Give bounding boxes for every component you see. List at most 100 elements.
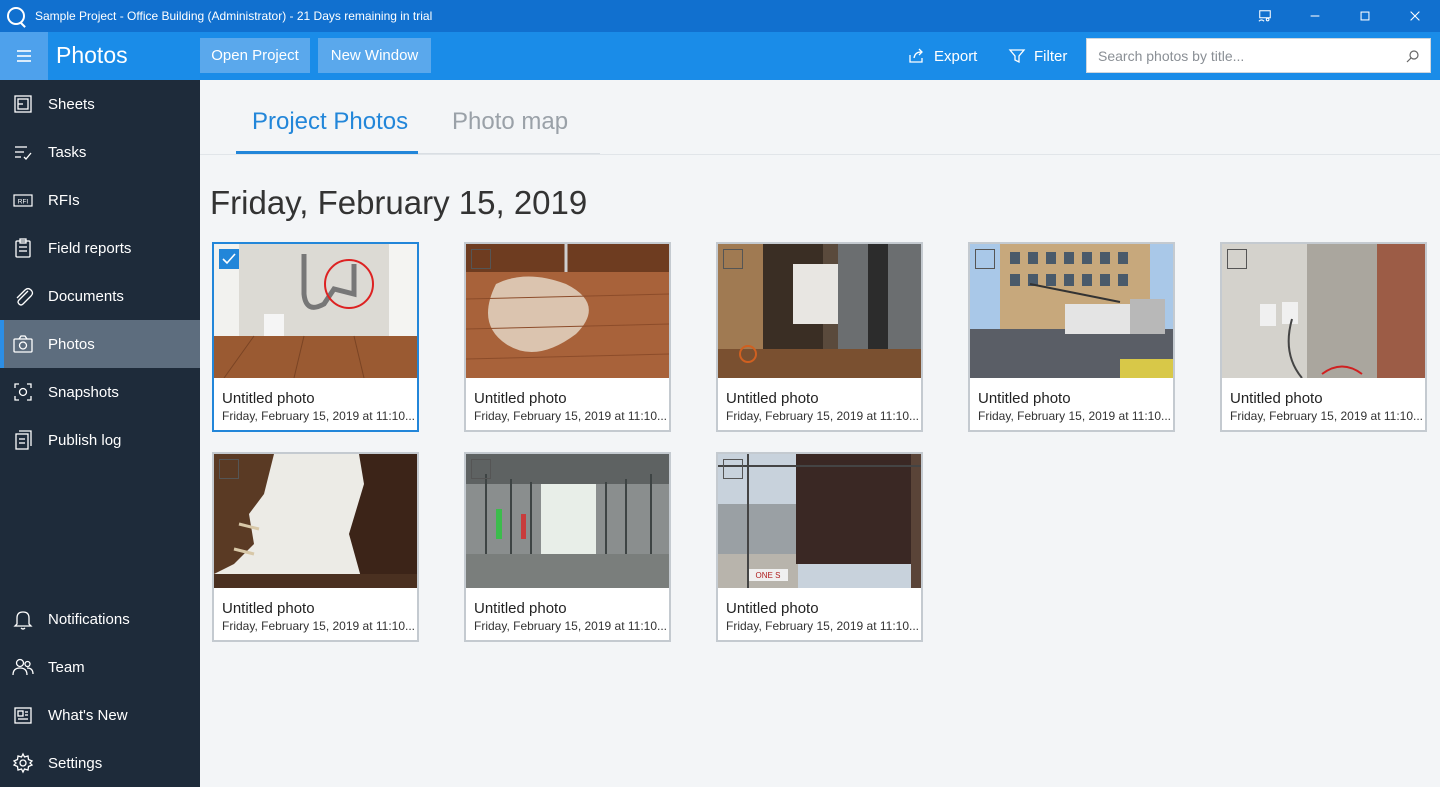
select-checkbox[interactable] [219, 249, 239, 269]
svg-text:ONE S: ONE S [756, 571, 781, 580]
camera-icon [12, 333, 34, 355]
toolbar: Photos Open Project New Window Export Fi… [0, 32, 1440, 80]
photo-card[interactable]: Untitled photo Friday, February 15, 2019… [716, 242, 923, 432]
clipboard-icon [12, 237, 34, 259]
select-checkbox[interactable] [219, 459, 239, 479]
photo-date: Friday, February 15, 2019 at 11:10... [726, 619, 919, 633]
export-button[interactable]: Export [908, 44, 977, 68]
sidebar-item-label: Documents [48, 287, 124, 305]
select-checkbox[interactable] [975, 249, 995, 269]
sidebar-item-label: Notifications [48, 610, 130, 628]
photo-card[interactable]: Untitled photo Friday, February 15, 2019… [968, 242, 1175, 432]
photo-thumbnail[interactable] [970, 244, 1173, 378]
search-icon[interactable] [1406, 49, 1420, 63]
photo-title: Untitled photo [726, 390, 819, 407]
photo-title: Untitled photo [978, 390, 1071, 407]
main-content: Project Photos Photo map Friday, Februar… [200, 80, 1440, 787]
photo-title: Untitled photo [222, 600, 315, 617]
photo-date: Friday, February 15, 2019 at 11:10... [726, 409, 919, 423]
photo-card[interactable]: Untitled photo Friday, February 15, 2019… [212, 452, 419, 642]
sidebar-item-whats-new[interactable]: What's New [0, 691, 200, 739]
photo-title: Untitled photo [474, 600, 567, 617]
tab-project-photos[interactable]: Project Photos [252, 108, 408, 136]
photo-card[interactable]: ONE S Untitled photo Friday, February 15… [716, 452, 923, 642]
hamburger-icon [17, 50, 31, 62]
title-bar: Sample Project - Office Building (Admini… [0, 0, 1440, 32]
photo-thumbnail[interactable] [466, 244, 669, 378]
photo-title: Untitled photo [1230, 390, 1323, 407]
photo-date: Friday, February 15, 2019 at 11:10... [474, 619, 667, 633]
select-checkbox[interactable] [723, 459, 743, 479]
photo-thumbnail[interactable]: ONE S [718, 454, 921, 588]
filter-icon [1008, 49, 1026, 64]
gear-icon [12, 752, 34, 774]
snapshot-icon [12, 381, 34, 403]
app-logo-icon [7, 7, 25, 25]
select-checkbox[interactable] [471, 249, 491, 269]
sidebar-item-field-reports[interactable]: Field reports [0, 224, 200, 272]
photo-card[interactable]: Untitled photo Friday, February 15, 2019… [212, 242, 419, 432]
sidebar-item-settings[interactable]: Settings [0, 739, 200, 787]
sidebar-item-label: Settings [48, 754, 103, 772]
photo-date: Friday, February 15, 2019 at 11:10... [222, 619, 415, 633]
paperclip-icon [12, 285, 34, 307]
select-checkbox[interactable] [723, 249, 743, 269]
photo-title: Untitled photo [726, 600, 819, 617]
photo-card[interactable]: Untitled photo Friday, February 15, 2019… [1220, 242, 1427, 432]
tab-photo-map[interactable]: Photo map [452, 108, 568, 136]
photo-date: Friday, February 15, 2019 at 11:10... [978, 409, 1171, 423]
minimize-button[interactable] [1290, 0, 1340, 32]
sidebar-item-tasks[interactable]: Tasks [0, 128, 200, 176]
checkmark-icon [222, 253, 236, 265]
select-checkbox[interactable] [471, 459, 491, 479]
filter-button[interactable]: Filter [1008, 44, 1067, 68]
sidebar-item-label: Photos [48, 335, 95, 353]
new-window-button[interactable]: New Window [318, 38, 431, 73]
cast-icon[interactable] [1240, 0, 1290, 32]
sidebar-item-label: Field reports [48, 239, 132, 257]
news-icon [12, 704, 34, 726]
photo-date: Friday, February 15, 2019 at 11:10... [474, 409, 667, 423]
photo-thumbnail[interactable] [718, 244, 921, 378]
sidebar-item-documents[interactable]: Documents [0, 272, 200, 320]
photo-thumbnail[interactable] [214, 244, 417, 378]
publish-log-icon [12, 429, 34, 451]
sidebar-item-photos[interactable]: Photos [0, 320, 200, 368]
sidebar-item-label: Sheets [48, 95, 95, 113]
photo-thumbnail[interactable] [1222, 244, 1425, 378]
sidebar-item-label: RFIs [48, 191, 80, 209]
tasks-icon [12, 141, 34, 163]
select-checkbox[interactable] [1227, 249, 1247, 269]
date-heading: Friday, February 15, 2019 [210, 184, 588, 221]
sidebar-item-snapshots[interactable]: Snapshots [0, 368, 200, 416]
svg-text:RFI: RFI [18, 199, 29, 206]
sidebar-item-notifications[interactable]: Notifications [0, 595, 200, 643]
export-label: Export [934, 47, 978, 65]
sidebar-item-label: Publish log [48, 431, 122, 449]
photo-thumbnail[interactable] [466, 454, 669, 588]
sidebar-item-label: Tasks [48, 143, 87, 161]
photo-date: Friday, February 15, 2019 at 11:10... [222, 409, 415, 423]
photo-thumbnail[interactable] [214, 454, 417, 588]
sidebar-item-publish-log[interactable]: Publish log [0, 416, 200, 464]
sidebar-item-label: Team [48, 658, 85, 676]
filter-label: Filter [1034, 47, 1068, 65]
sidebar-item-team[interactable]: Team [0, 643, 200, 691]
maximize-button[interactable] [1340, 0, 1390, 32]
search-input[interactable] [1087, 39, 1406, 72]
photo-date: Friday, February 15, 2019 at 11:10... [1230, 409, 1423, 423]
hamburger-menu-button[interactable] [0, 32, 48, 80]
sidebar-item-sheets[interactable]: Sheets [0, 80, 200, 128]
search-box[interactable] [1086, 38, 1431, 73]
sidebar-item-rfis[interactable]: RFI RFIs [0, 176, 200, 224]
photo-card[interactable]: Untitled photo Friday, February 15, 2019… [464, 242, 671, 432]
sidebar-item-label: What's New [48, 706, 128, 724]
photo-card[interactable]: Untitled photo Friday, February 15, 2019… [464, 452, 671, 642]
sidebar: Sheets Tasks RFI RFIs Field reports Docu… [0, 80, 200, 787]
sidebar-item-label: Snapshots [48, 383, 119, 401]
close-button[interactable] [1390, 0, 1440, 32]
open-project-button[interactable]: Open Project [200, 38, 310, 73]
window-controls [1240, 0, 1440, 32]
tab-divider [418, 153, 600, 154]
bell-icon [12, 608, 34, 630]
